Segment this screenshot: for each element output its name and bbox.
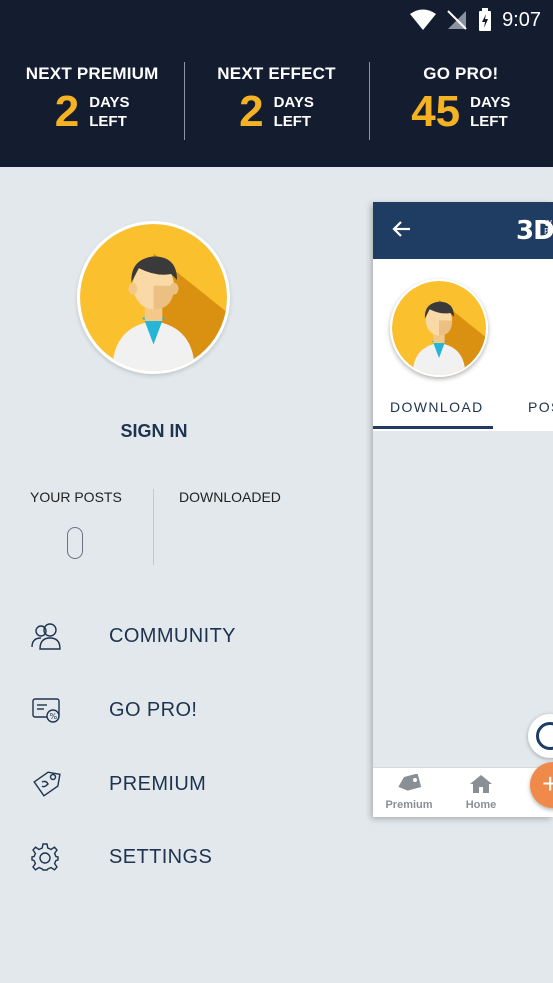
menu-item-premium[interactable]: PREMIUM: [30, 764, 280, 804]
nav-item-premium[interactable]: Premium: [379, 773, 439, 811]
main-screen-preview[interactable]: 3D W P DOWNLOAD POS Premium: [373, 202, 553, 817]
menu-item-settings[interactable]: SETTINGS: [30, 837, 280, 877]
battery-charging-icon: [479, 8, 492, 31]
counter-unit-days: DAYS: [89, 94, 130, 111]
home-icon: [470, 775, 492, 793]
counter-unit-left: LEFT: [273, 113, 312, 130]
counter-value: 2: [54, 87, 80, 136]
status-time: 9:07: [502, 8, 541, 31]
premium-tag-icon: [33, 771, 61, 797]
downloaded-label: DOWNLOADED: [179, 489, 281, 505]
svg-text:%: %: [50, 712, 58, 721]
counter-next-effect: NEXT EFFECT 2 DAYS LEFT: [184, 60, 368, 144]
counter-title: GO PRO!: [423, 64, 499, 83]
menu-label: COMMUNITY: [109, 624, 236, 647]
pro-card-icon: %: [32, 698, 60, 723]
counter-go-pro: GO PRO! 45 DAYS LEFT: [368, 60, 553, 144]
tag-icon: [398, 773, 422, 791]
menu-item-community[interactable]: COMMUNITY: [30, 616, 280, 656]
back-arrow-icon[interactable]: [391, 218, 413, 240]
counter-value: 45: [411, 87, 461, 136]
avatar: [390, 279, 488, 377]
nav-item-home[interactable]: Home: [451, 774, 511, 811]
counter-next-premium: NEXT PREMIUM 2 DAYS LEFT: [0, 60, 184, 144]
counter-unit-days: DAYS: [470, 94, 511, 111]
avatar[interactable]: [77, 221, 230, 374]
preview-profile-header: DOWNLOAD POS: [373, 259, 553, 431]
header-banner: 9:07 NEXT PREMIUM 2 DAYS LEFT NEXT EFFEC…: [0, 0, 553, 167]
community-icon: [31, 623, 61, 650]
posts-count-glyph: [67, 527, 83, 559]
menu-label: GO PRO!: [109, 698, 198, 721]
counter-title: NEXT EFFECT: [217, 64, 336, 83]
counter-unit-days: DAYS: [273, 94, 314, 111]
menu-label: PREMIUM: [109, 772, 207, 795]
user-avatar-icon: [392, 281, 486, 375]
preview-toolbar: 3D W P: [373, 202, 553, 259]
wifi-icon: [410, 9, 437, 30]
app-logo: 3D W P: [516, 216, 553, 246]
no-signal-icon: [447, 10, 467, 30]
counter-unit-left: LEFT: [89, 113, 127, 130]
counter-value: 2: [239, 87, 264, 136]
tab-download[interactable]: DOWNLOAD: [390, 399, 484, 415]
tab-indicator: [373, 426, 493, 429]
counter-title: NEXT PREMIUM: [25, 64, 159, 83]
bottom-nav: Premium Home: [373, 767, 553, 817]
sign-in-button[interactable]: SIGN IN: [84, 421, 224, 442]
nav-label: Home: [465, 799, 497, 811]
nav-label: Premium: [385, 799, 433, 811]
gear-icon: [31, 843, 59, 871]
menu-label: SETTINGS: [109, 845, 213, 868]
user-avatar-icon: [80, 224, 227, 371]
stats-divider: [153, 489, 154, 565]
tab-posts[interactable]: POS: [528, 399, 553, 415]
loading-spinner: [528, 714, 553, 758]
your-posts-label: YOUR POSTS: [30, 489, 122, 505]
app-logo-small-text: W P: [544, 219, 552, 236]
menu-item-go-pro[interactable]: % GO PRO!: [30, 690, 280, 730]
counter-unit-left: LEFT: [470, 113, 508, 130]
status-bar: 9:07: [0, 0, 553, 40]
